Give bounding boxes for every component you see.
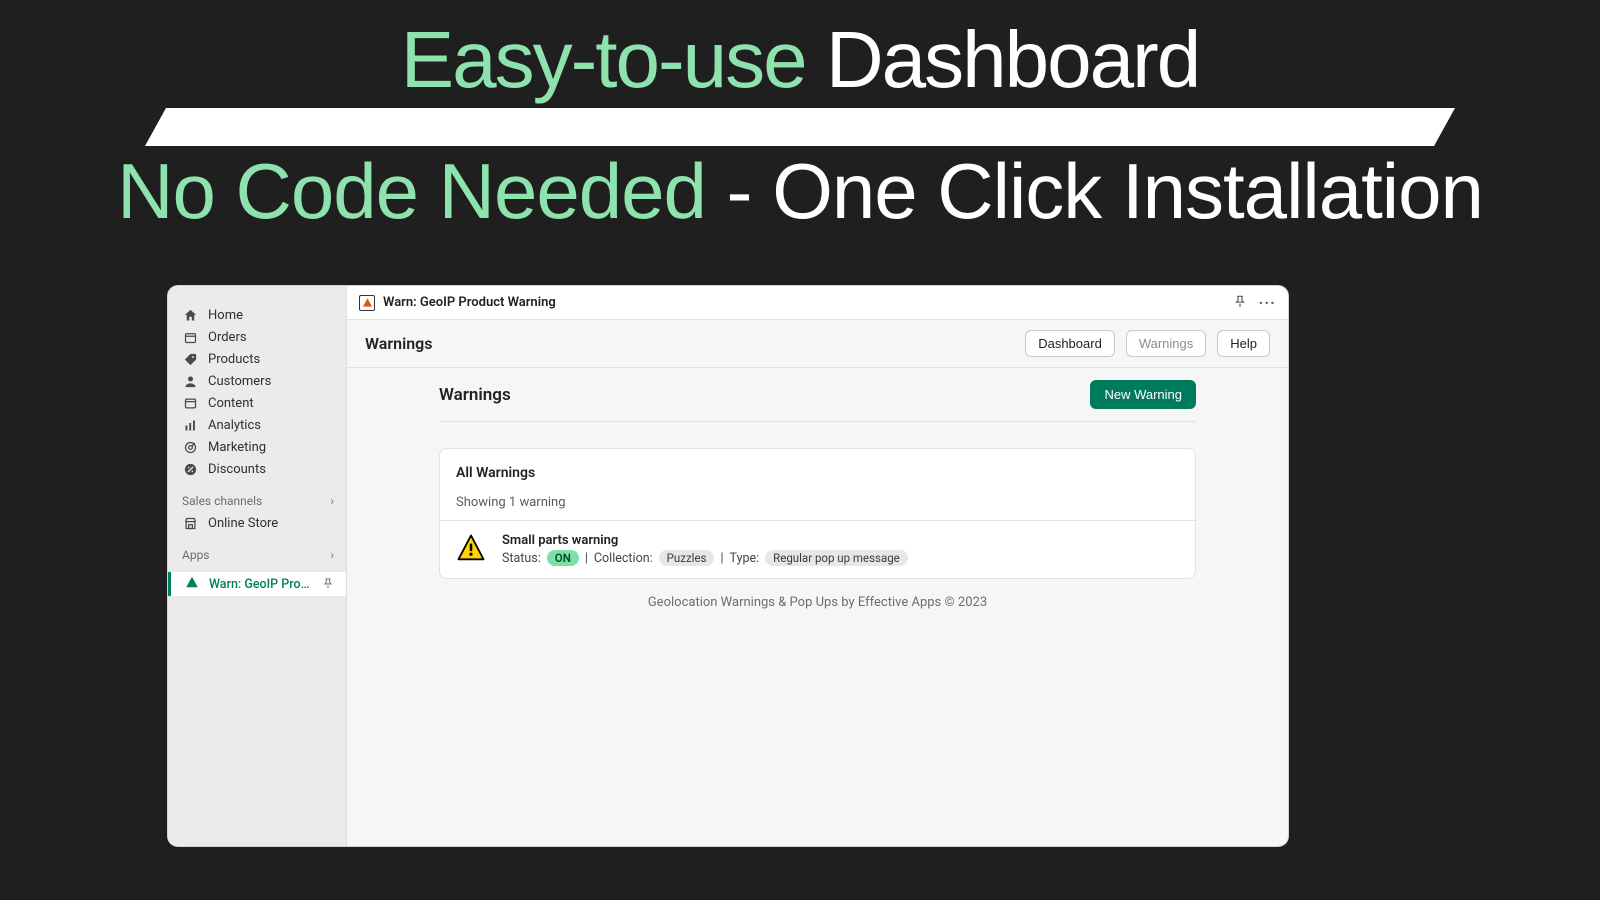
- status-badge: ON: [547, 550, 579, 566]
- sidebar-item-label: Home: [208, 308, 243, 323]
- sidebar-item-app-warn[interactable]: Warn: GeoIP Produc...: [168, 572, 346, 596]
- hero-line-2-sep: -: [706, 147, 772, 235]
- warning-triangle-icon: [456, 533, 486, 563]
- sidebar-item-marketing[interactable]: Marketing: [168, 436, 346, 458]
- sidebar-item-online-store[interactable]: Online Store: [168, 512, 346, 534]
- type-label: Type:: [730, 551, 760, 566]
- page-footer: Geolocation Warnings & Pop Ups by Effect…: [439, 595, 1196, 610]
- tab-dashboard[interactable]: Dashboard: [1025, 330, 1115, 357]
- collection-badge: Puzzles: [659, 550, 715, 566]
- hero-line-2: No Code Needed - One Click Installation: [0, 152, 1600, 230]
- warning-body: Small parts warning Status: ON | Collect…: [502, 533, 908, 566]
- sidebar-item-label: Analytics: [208, 418, 261, 433]
- sidebar-item-label: Online Store: [208, 516, 278, 531]
- pin-icon[interactable]: [1233, 293, 1247, 312]
- pin-icon[interactable]: [322, 577, 334, 592]
- sidebar-item-orders[interactable]: Orders: [168, 326, 346, 348]
- page-header-title: Warnings: [365, 334, 433, 353]
- store-icon: [182, 515, 198, 531]
- meta-separator: |: [720, 551, 723, 566]
- marketing-hero: Easy-to-use Dashboard No Code Needed - O…: [0, 0, 1600, 230]
- sidebar-item-label: Orders: [208, 330, 247, 345]
- warning-title: Small parts warning: [502, 533, 908, 548]
- hero-line-1: Easy-to-use Dashboard: [0, 20, 1600, 100]
- hero-divider: [145, 108, 1455, 146]
- all-warnings-card: All Warnings Showing 1 warning Small par…: [439, 448, 1196, 579]
- hero-line-2-accent: No Code Needed: [117, 147, 706, 235]
- app-logo-icon: [359, 295, 375, 311]
- user-icon: [182, 373, 198, 389]
- content-header: Warnings Dashboard Warnings Help: [347, 320, 1288, 368]
- orders-icon: [182, 329, 198, 345]
- warning-icon: [185, 575, 199, 593]
- hero-line-1-accent: Easy-to-use: [401, 15, 806, 104]
- sidebar-item-label: Products: [208, 352, 260, 367]
- card-subtitle: Showing 1 warning: [456, 495, 1179, 510]
- sidebar-item-products[interactable]: Products: [168, 348, 346, 370]
- main-panel: Warn: GeoIP Product Warning ··· Warnings…: [347, 286, 1288, 846]
- page-title-row: Warnings New Warning: [439, 380, 1196, 422]
- sidebar-item-label: Warn: GeoIP Produc...: [209, 577, 312, 592]
- hero-line-1-rest: Dashboard: [826, 15, 1199, 104]
- content-icon: [182, 395, 198, 411]
- sidebar-item-label: Discounts: [208, 462, 266, 477]
- more-icon[interactable]: ···: [1259, 293, 1276, 312]
- tag-icon: [182, 351, 198, 367]
- section-header-label: Apps: [182, 548, 210, 562]
- chevron-right-icon: ›: [330, 548, 334, 562]
- sidebar-item-label: Content: [208, 396, 254, 411]
- dashboard-window: Home Orders Products Customers Content A…: [168, 286, 1288, 846]
- sidebar-item-analytics[interactable]: Analytics: [168, 414, 346, 436]
- app-bar-title: Warn: GeoIP Product Warning: [383, 295, 556, 310]
- sidebar-item-label: Customers: [208, 374, 271, 389]
- new-warning-button[interactable]: New Warning: [1090, 380, 1196, 409]
- sidebar-item-discounts[interactable]: Discounts: [168, 458, 346, 480]
- chevron-right-icon: ›: [330, 494, 334, 508]
- hero-line-2-rest: One Click Installation: [772, 147, 1483, 235]
- section-header-label: Sales channels: [182, 494, 262, 508]
- page-tabs: Dashboard Warnings Help: [1025, 330, 1270, 357]
- sidebar-item-home[interactable]: Home: [168, 304, 346, 326]
- app-bar: Warn: GeoIP Product Warning ···: [347, 286, 1288, 320]
- warning-meta: Status: ON | Collection: Puzzles | Type:…: [502, 550, 908, 566]
- tab-help[interactable]: Help: [1217, 330, 1270, 357]
- content-body: Warnings New Warning All Warnings Showin…: [347, 368, 1288, 610]
- app-bar-actions: ···: [1233, 293, 1276, 312]
- sidebar: Home Orders Products Customers Content A…: [168, 286, 347, 846]
- collection-label: Collection:: [594, 551, 653, 566]
- target-icon: [182, 439, 198, 455]
- warning-list-item[interactable]: Small parts warning Status: ON | Collect…: [440, 520, 1195, 578]
- page-title: Warnings: [439, 385, 511, 405]
- type-badge: Regular pop up message: [765, 550, 908, 566]
- meta-separator: |: [585, 551, 588, 566]
- sidebar-item-content[interactable]: Content: [168, 392, 346, 414]
- card-title: All Warnings: [456, 465, 1179, 481]
- analytics-icon: [182, 417, 198, 433]
- sidebar-section-apps[interactable]: Apps ›: [168, 544, 346, 566]
- discount-icon: [182, 461, 198, 477]
- status-label: Status:: [502, 551, 541, 566]
- sidebar-section-sales-channels[interactable]: Sales channels ›: [168, 490, 346, 512]
- home-icon: [182, 307, 198, 323]
- sidebar-item-label: Marketing: [208, 440, 266, 455]
- tab-warnings[interactable]: Warnings: [1126, 330, 1206, 357]
- sidebar-item-customers[interactable]: Customers: [168, 370, 346, 392]
